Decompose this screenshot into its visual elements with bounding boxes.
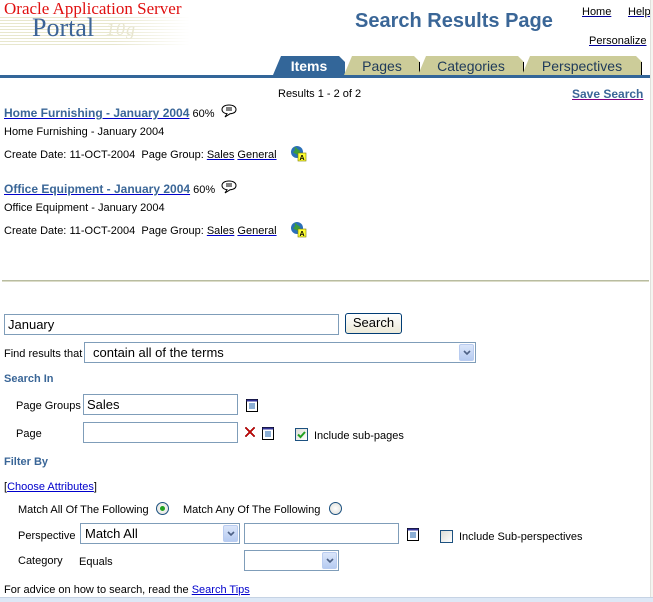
section-divider (2, 280, 649, 282)
personalize-link[interactable]: Personalize (589, 35, 646, 47)
tab-pages[interactable]: Pages (344, 56, 420, 75)
match-any-label: Match Any Of The Following (183, 504, 321, 516)
result-score: 60% (192, 108, 215, 120)
results-count: Results 1 - 2 of 2 (278, 88, 362, 100)
tab-label: Pages (362, 58, 402, 74)
window-bottom-edge (0, 597, 653, 602)
search-in-heading: Search In (4, 373, 54, 385)
page-input[interactable] (83, 422, 238, 443)
help-link[interactable]: Help (628, 6, 651, 18)
tab-label: Items (290, 58, 328, 74)
filter-by-heading: Filter By (4, 456, 49, 468)
translation-globe-icon[interactable]: A (290, 145, 307, 162)
page-link[interactable]: General (237, 225, 276, 237)
page-group-link[interactable]: Sales (207, 225, 235, 237)
comment-icon[interactable] (221, 104, 237, 118)
svg-text:A: A (299, 155, 304, 162)
match-any-radio[interactable] (329, 502, 342, 515)
dropdown-arrow-icon[interactable] (322, 552, 337, 569)
category-label: Category (18, 555, 63, 567)
result-item: Office Equipment - January 2004 60% (4, 180, 237, 196)
checkmark-icon (297, 431, 306, 439)
include-subperspectives-label: Include Sub-perspectives (459, 531, 583, 543)
result-title-link[interactable]: Home Furnishing - January 2004 (4, 106, 189, 120)
result-description: Office Equipment - January 2004 (4, 202, 165, 214)
include-subperspectives-checkbox[interactable] (440, 530, 453, 543)
result-meta: Create Date: 11-OCT-2004 Page Group: Sal… (4, 221, 307, 238)
match-all-radio[interactable] (156, 502, 169, 515)
comment-icon[interactable] (221, 180, 237, 194)
dropdown-arrow-icon[interactable] (223, 525, 238, 542)
brand-product-name: Portal (32, 13, 95, 42)
page-groups-input[interactable]: Sales (83, 394, 238, 415)
find-results-value: contain all of the terms (93, 345, 224, 360)
result-meta: Create Date: 11-OCT-2004 Page Group: Sal… (4, 145, 307, 162)
result-title-link[interactable]: Office Equipment - January 2004 (4, 182, 190, 196)
page-group-label: Page Group: (141, 149, 204, 161)
include-subpages-label: Include sub-pages (314, 430, 404, 442)
create-date-label: Create Date: (4, 225, 67, 237)
create-date-value: 11-OCT-2004 (69, 225, 136, 237)
tab-bar-underline (0, 75, 653, 78)
brand-version: 10g (106, 19, 136, 39)
choose-attributes: [Choose Attributes] (4, 481, 97, 493)
perspective-operator-select[interactable]: Match All (80, 523, 240, 544)
choose-attributes-link[interactable]: Choose Attributes (7, 481, 94, 493)
bracket-close: ] (93, 481, 97, 493)
tab-label: Perspectives (541, 58, 623, 74)
find-results-select[interactable]: contain all of the terms (84, 342, 476, 363)
find-results-label: Find results that (4, 348, 83, 360)
page-label: Page (16, 428, 42, 440)
perspective-operator-value: Match All (85, 526, 138, 541)
translation-globe-icon[interactable]: A (290, 221, 307, 238)
svg-text:A: A (299, 231, 304, 238)
tab-perspectives[interactable]: Perspectives (522, 56, 642, 75)
home-link[interactable]: Home (582, 6, 611, 18)
create-date-label: Create Date: (4, 149, 67, 161)
page-group-link[interactable]: Sales (207, 149, 235, 161)
list-of-values-icon[interactable] (246, 399, 258, 412)
result-item: Home Furnishing - January 2004 60% (4, 104, 237, 120)
page-groups-label: Page Groups (16, 400, 81, 412)
perspective-input[interactable] (244, 523, 399, 544)
search-advice: For advice on how to search, read the Se… (4, 584, 250, 596)
search-query-input[interactable]: January (4, 314, 339, 335)
perspective-label: Perspective (18, 530, 76, 542)
list-of-values-icon[interactable] (262, 427, 274, 440)
category-select[interactable] (244, 550, 339, 571)
search-tips-link[interactable]: Search Tips (192, 584, 250, 596)
search-button[interactable]: Search (345, 313, 402, 334)
page-group-label: Page Group: (141, 225, 204, 237)
tab-categories[interactable]: Categories (418, 56, 524, 75)
page-link[interactable]: General (237, 149, 276, 161)
tab-items[interactable]: Items (273, 56, 345, 75)
result-score: 60% (193, 184, 216, 196)
create-date-value: 11-OCT-2004 (69, 149, 136, 161)
dropdown-arrow-icon[interactable] (459, 344, 474, 361)
brand-stripes-decoration (0, 17, 190, 47)
list-of-values-icon[interactable] (407, 528, 419, 541)
page-title: Search Results Page (355, 10, 553, 32)
save-search-link[interactable]: Save Search (572, 87, 643, 101)
category-operator: Equals (79, 556, 113, 568)
search-advice-text: For advice on how to search, read the (4, 584, 192, 596)
radio-selected-dot (160, 506, 165, 511)
include-subpages-checkbox[interactable] (295, 428, 308, 441)
tab-edge (641, 62, 642, 75)
tab-label: Categories (437, 58, 505, 74)
match-all-label: Match All Of The Following (18, 504, 149, 516)
clear-icon[interactable] (244, 426, 256, 438)
result-description: Home Furnishing - January 2004 (4, 126, 165, 138)
